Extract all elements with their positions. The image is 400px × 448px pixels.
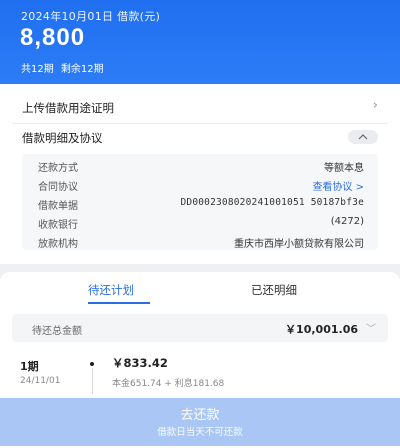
timeline-dot xyxy=(90,362,94,366)
loan-document-row: 借款单据 DD0002308020241001051 50187bf3e xyxy=(22,194,378,213)
repay-button-label: 去还款 xyxy=(180,408,220,423)
collapse-button[interactable] xyxy=(348,130,378,144)
installment-period: 1期 xyxy=(20,360,39,373)
timeline-line xyxy=(91,368,93,394)
detail-value: 等额本息 xyxy=(324,163,364,174)
loan-detail-label: 借款明细及协议 xyxy=(22,131,103,145)
total-due-row[interactable]: 待还总金额 ￥10,001.06 ﹀ xyxy=(12,314,388,342)
chevron-up-icon xyxy=(358,134,368,140)
chevron-down-icon: ﹀ xyxy=(366,324,376,335)
remaining-periods: 剩余12期 xyxy=(60,64,104,75)
loan-detail-list: 还款方式 等额本息 合同协议 查看协议 > 借款单据 DD00023080202… xyxy=(22,154,378,250)
repay-button[interactable]: 去还款 借款日当天不可还款 xyxy=(0,398,400,446)
period-summary: 共12期 剩余12期 xyxy=(21,60,108,75)
detail-key: 借款单据 xyxy=(38,201,78,212)
contract-row: 合同协议 查看协议 > xyxy=(22,175,378,194)
upload-proof-label: 上传借款用途证明 xyxy=(22,101,114,115)
installment-date: 24/11/01 xyxy=(20,376,61,386)
view-agreement-link[interactable]: 查看协议 > xyxy=(312,178,364,193)
detail-key: 还款方式 xyxy=(38,163,78,174)
active-tab-indicator xyxy=(88,302,150,304)
installment-breakdown: 本金651.74 + 利息181.68 xyxy=(112,379,225,389)
loan-header: 2024年10月01日 借款(元) 8,800 共12期 剩余12期 xyxy=(0,0,400,84)
installment-item[interactable]: 1期 24/11/01 ￥833.42 本金651.74 + 利息181.68 xyxy=(0,352,400,394)
divider xyxy=(12,123,388,124)
repayment-method-row: 还款方式 等额本息 xyxy=(22,156,378,175)
total-due-amount: ￥10,001.06 xyxy=(285,323,358,336)
repayment-plan-panel: 待还计划 已还明细 待还总金额 ￥10,001.06 ﹀ 1期 24/11/01… xyxy=(0,272,400,448)
loan-date-label: 2024年10月01日 借款(元) xyxy=(21,10,161,23)
detail-key: 收款银行 xyxy=(38,220,78,231)
installment-amount: ￥833.42 xyxy=(112,356,168,370)
tab-repaid-details[interactable]: 已还明细 xyxy=(251,282,297,298)
lender-row: 放款机构 重庆市西岸小额贷款有限公司 xyxy=(22,232,378,251)
total-due-label: 待还总金额 xyxy=(32,326,82,337)
detail-key: 合同协议 xyxy=(38,182,78,193)
receiving-bank-row: 收款银行 (4272) xyxy=(22,213,378,232)
chevron-right-icon: › xyxy=(372,98,378,113)
upload-proof-row[interactable]: 上传借款用途证明 › xyxy=(0,90,400,124)
tab-pending-plan[interactable]: 待还计划 xyxy=(88,282,134,298)
loan-info-card: 上传借款用途证明 › 借款明细及协议 还款方式 等额本息 合同协议 查看协议 >… xyxy=(0,84,400,264)
bank-account-tail: (4272) xyxy=(330,216,364,227)
lender-name: 重庆市西岸小额贷款有限公司 xyxy=(234,239,364,250)
total-periods: 共12期 xyxy=(21,64,54,75)
plan-tabs: 待还计划 已还明细 xyxy=(0,272,400,308)
repay-button-note: 借款日当天不可还款 xyxy=(157,427,243,438)
detail-key: 放款机构 xyxy=(38,239,78,250)
document-id: DD0002308020241001051 50187bf3e xyxy=(180,197,364,208)
loan-detail-row: 借款明细及协议 xyxy=(0,126,400,152)
loan-amount: 8,800 xyxy=(20,24,86,51)
